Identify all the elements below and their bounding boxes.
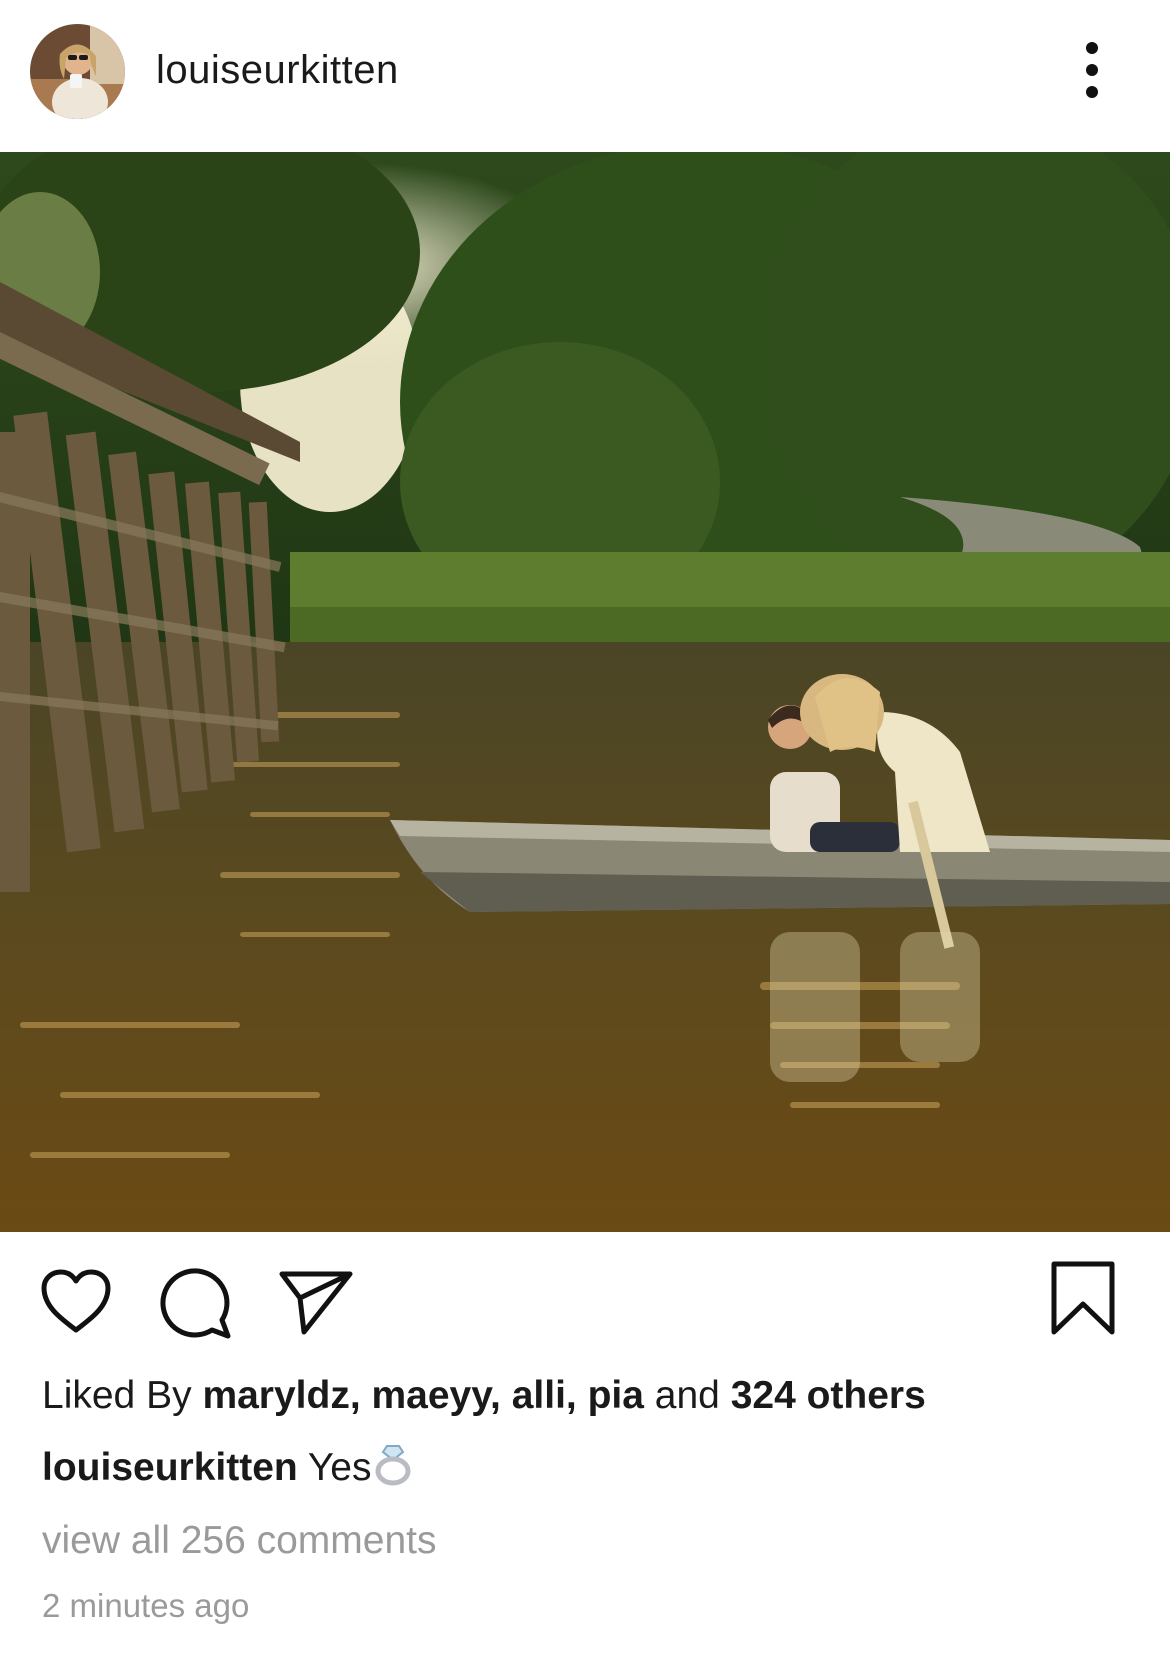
ring-icon [373, 1444, 413, 1500]
heart-icon[interactable] [40, 1268, 112, 1339]
liked-users[interactable]: maryldz, maeyy, alli, pia [202, 1374, 644, 1417]
likes-others[interactable]: 324 others [731, 1374, 926, 1417]
likes-summary[interactable]: Liked By maryldz, maeyy, alli, pia and 3… [42, 1370, 926, 1422]
post-username[interactable]: louiseurkitten [156, 44, 399, 96]
post-timestamp: 2 minutes ago [42, 1587, 250, 1624]
comment-icon[interactable] [160, 1268, 232, 1345]
view-comments-link[interactable]: view all 256 comments [42, 1515, 437, 1567]
avatar[interactable] [30, 24, 125, 119]
post-caption: louiseurkitten Yes [42, 1442, 413, 1500]
post-actions [0, 1232, 1170, 1362]
post-header: louiseurkitten [0, 0, 1170, 152]
bookmark-icon[interactable] [1048, 1260, 1118, 1341]
more-options-icon[interactable] [1070, 38, 1114, 102]
send-icon[interactable] [278, 1268, 354, 1341]
caption-text: Yes [307, 1446, 372, 1489]
post-image[interactable] [0, 152, 1170, 1232]
likes-prefix: Liked By [42, 1374, 192, 1417]
likes-joiner: and [654, 1374, 720, 1417]
caption-username[interactable]: louiseurkitten [42, 1446, 298, 1489]
